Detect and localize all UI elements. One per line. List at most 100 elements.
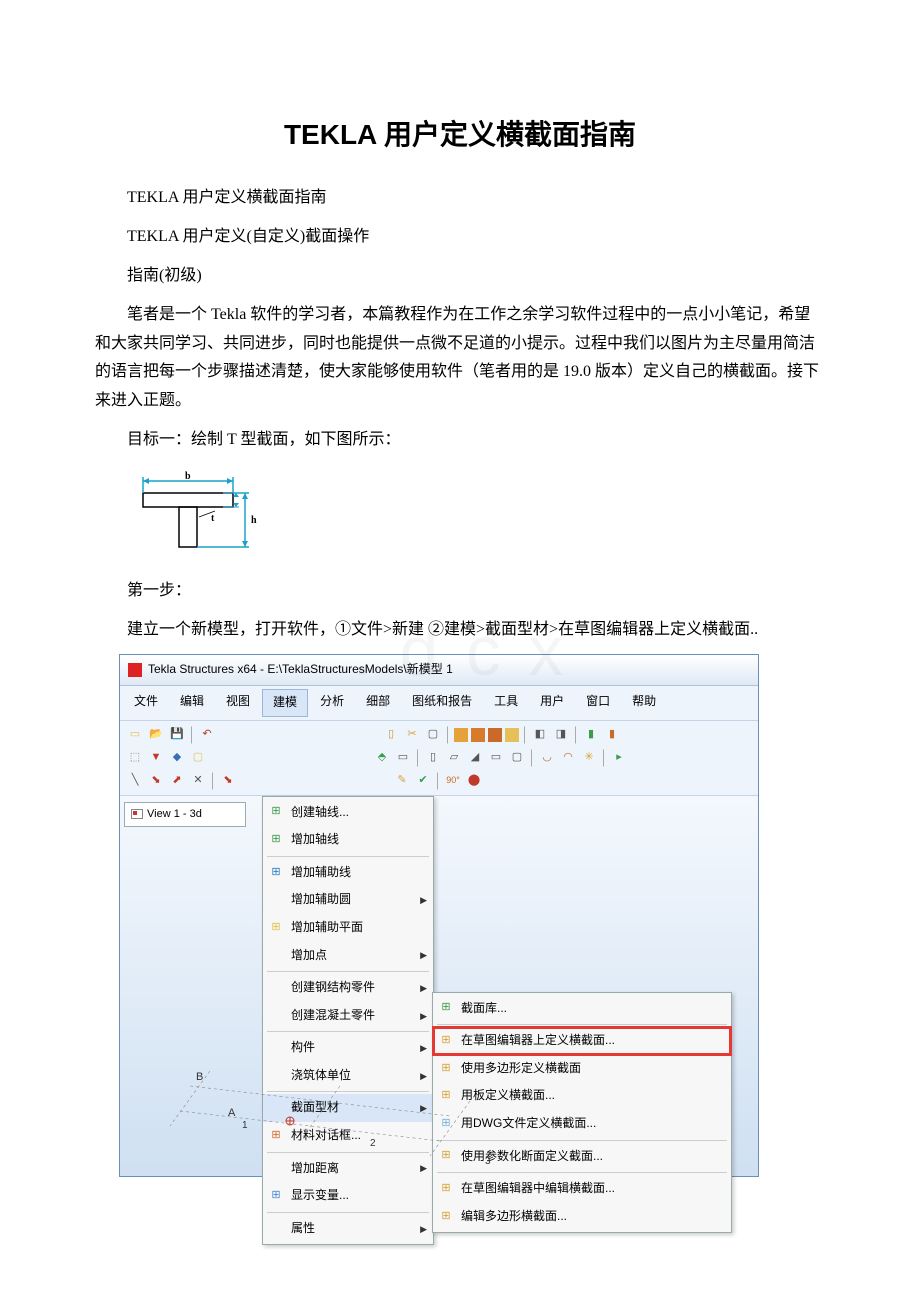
tool-icon[interactable]: ▼: [147, 749, 165, 767]
menu-item-icon: ⊞: [269, 1189, 283, 1203]
menu-item-icon: ⊞: [439, 1062, 453, 1076]
submenu-arrow-icon: ▶: [420, 980, 427, 996]
menu-item[interactable]: 建模: [262, 689, 308, 717]
paragraph: 目标一：绘制 T 型截面，如下图所示：: [95, 426, 825, 455]
menu-item[interactable]: ⊞使用多边形定义横截面: [433, 1055, 731, 1083]
tool-icon[interactable]: ◡: [538, 749, 556, 767]
menu-separator: [267, 1212, 429, 1213]
menu-item[interactable]: 构件▶: [263, 1034, 433, 1062]
menu-item-icon: ⊞: [269, 805, 283, 819]
menu-item[interactable]: ⊞创建轴线...: [263, 799, 433, 827]
tool-icon[interactable]: ◠: [559, 749, 577, 767]
submenu-arrow-icon: ▶: [420, 1068, 427, 1084]
section-submenu[interactable]: ⊞ 截面库... ⊞在草图编辑器上定义横截面...⊞使用多边形定义横截面⊞用板定义横…: [432, 992, 732, 1234]
tool-icon[interactable]: ✔: [414, 772, 432, 790]
menu-item[interactable]: ⊞使用参数化断面定义截面...: [433, 1143, 731, 1171]
tool-icon[interactable]: ✕: [189, 772, 207, 790]
menu-item[interactable]: 用户: [530, 689, 574, 717]
toolbar-row-3: ╲ ⬊ ⬈ ✕ ⬊ ✎ ✔ 90° ⬤: [126, 771, 752, 791]
menu-item-label: 增加点: [291, 948, 327, 962]
open-icon[interactable]: 📂: [147, 726, 165, 744]
tool-icon[interactable]: ▢: [189, 749, 207, 767]
submenu-arrow-icon: ▶: [420, 1221, 427, 1237]
menu-item[interactable]: 细部: [356, 689, 400, 717]
tool-icon[interactable]: ◨: [552, 726, 570, 744]
menu-item[interactable]: 文件: [124, 689, 168, 717]
menu-item[interactable]: ⊞ 截面库...: [433, 995, 731, 1023]
toolbar-row-1: ▭ 📂 💾 ↶ ▯ ✂ ▢ ◧ ◨ ▮ ▮: [126, 725, 752, 745]
menu-item[interactable]: ⊞用板定义横截面...: [433, 1082, 731, 1110]
menubar[interactable]: 文件编辑视图建模分析细部图纸和报告工具用户窗口帮助: [120, 686, 758, 721]
menu-item[interactable]: ⊞ 显示变量...: [263, 1182, 433, 1210]
tool-icon[interactable]: ⬊: [219, 772, 237, 790]
menu-item[interactable]: ⊞材料对话框...: [263, 1122, 433, 1150]
menu-item[interactable]: 截面型材▶: [263, 1094, 433, 1122]
page-title: TEKLA 用户定义横截面指南: [95, 110, 825, 160]
tool-icon[interactable]: ◆: [168, 749, 186, 767]
tool-icon[interactable]: [471, 728, 485, 742]
tool-icon[interactable]: ⬈: [168, 772, 186, 790]
menu-item[interactable]: ⊞增加辅助平面: [263, 914, 433, 942]
menu-item[interactable]: ⊞在草图编辑器上定义横截面...: [433, 1027, 731, 1055]
tool-icon[interactable]: ⬊: [147, 772, 165, 790]
tool-icon[interactable]: ▭: [394, 749, 412, 767]
tool-icon[interactable]: 90°: [444, 772, 462, 790]
save-icon[interactable]: 💾: [168, 726, 186, 744]
tool-icon[interactable]: ◢: [466, 749, 484, 767]
tool-icon[interactable]: ▮: [582, 726, 600, 744]
menu-item[interactable]: 帮助: [622, 689, 666, 717]
tool-icon[interactable]: ▭: [487, 749, 505, 767]
tool-icon[interactable]: ⬚: [126, 749, 144, 767]
submenu-arrow-icon: ▶: [420, 1007, 427, 1023]
menu-item-label: 截面库...: [461, 1001, 507, 1015]
menu-item[interactable]: ⊞在草图编辑器中编辑横截面...: [433, 1175, 731, 1203]
person-icon[interactable]: ⬤: [465, 772, 483, 790]
tool-icon[interactable]: ▯: [424, 749, 442, 767]
menu-item[interactable]: ⊞增加辅助线: [263, 859, 433, 887]
menu-item[interactable]: 增加距离▶: [263, 1155, 433, 1183]
menu-item[interactable]: 图纸和报告: [402, 689, 482, 717]
menu-item-label: 增加辅助线: [291, 865, 351, 879]
menu-item[interactable]: 浇筑体单位▶: [263, 1062, 433, 1090]
menu-item[interactable]: 窗口: [576, 689, 620, 717]
tool-icon[interactable]: ⬘: [373, 749, 391, 767]
menu-item[interactable]: 属性 ▶: [263, 1215, 433, 1243]
menu-item[interactable]: 增加辅助圆▶: [263, 886, 433, 914]
tekla-screenshot: . d c x Tekla Structures x64 - E:\TeklaS…: [119, 654, 759, 1176]
submenu-arrow-icon: ▶: [420, 1160, 427, 1176]
tool-icon[interactable]: ▱: [445, 749, 463, 767]
line-icon[interactable]: ╲: [126, 772, 144, 790]
menu-item-label: 显示变量...: [291, 1188, 349, 1202]
tool-icon[interactable]: [454, 728, 468, 742]
paragraph: TEKLA 用户定义横截面指南: [95, 184, 825, 213]
tool-icon[interactable]: [505, 728, 519, 742]
menu-item[interactable]: 视图: [216, 689, 260, 717]
tool-icon[interactable]: [488, 728, 502, 742]
menu-item[interactable]: 创建混凝土零件▶: [263, 1002, 433, 1030]
menu-item[interactable]: 分析: [310, 689, 354, 717]
view-item[interactable]: View 1 - 3d: [124, 802, 246, 828]
menu-item-label: 属性: [291, 1221, 315, 1235]
undo-icon[interactable]: ↶: [198, 726, 216, 744]
menu-item[interactable]: 工具: [484, 689, 528, 717]
tool-icon[interactable]: ◧: [531, 726, 549, 744]
menu-item[interactable]: ⊞增加轴线: [263, 826, 433, 854]
modeling-dropdown[interactable]: ⊞创建轴线...⊞增加轴线⊞增加辅助线增加辅助圆▶⊞增加辅助平面增加点▶创建钢结…: [262, 796, 434, 1246]
cut-icon[interactable]: ✂: [403, 726, 421, 744]
menu-item-icon: ⊞: [269, 1129, 283, 1143]
pencil-icon[interactable]: ✎: [393, 772, 411, 790]
menu-item[interactable]: 增加点▶: [263, 942, 433, 970]
tool-icon[interactable]: ▮: [603, 726, 621, 744]
tool-icon[interactable]: ▸: [610, 749, 628, 767]
menu-item[interactable]: 编辑: [170, 689, 214, 717]
new-icon[interactable]: ▭: [126, 726, 144, 744]
tool-icon[interactable]: ▢: [424, 726, 442, 744]
tool-icon[interactable]: ▢: [508, 749, 526, 767]
tool-icon[interactable]: ✳: [580, 749, 598, 767]
tool-icon[interactable]: ▯: [382, 726, 400, 744]
menu-item[interactable]: 创建钢结构零件▶: [263, 974, 433, 1002]
menu-item-icon: ⊞: [439, 1001, 453, 1015]
menu-item[interactable]: ⊞用DWG文件定义横截面...: [433, 1110, 731, 1138]
menu-item[interactable]: ⊞编辑多边形横截面...: [433, 1203, 731, 1231]
window-titlebar: Tekla Structures x64 - E:\TeklaStructure…: [120, 655, 758, 686]
